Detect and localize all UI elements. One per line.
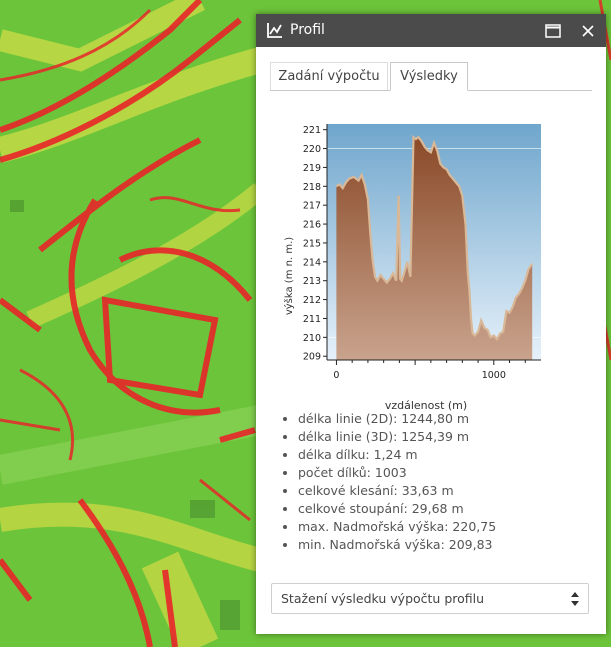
y-tick-label: 213 [303,276,321,287]
profile-chart-icon [267,23,282,38]
result-min-elevation: min. Nadmořská výška: 209,83 [298,536,496,554]
y-tick-label: 210 [303,333,321,344]
result-total-ascent: celkové stoupání: 29,68 m [298,500,496,518]
tab-zadani-vypoctu[interactable]: Zadání výpočtu [270,62,388,90]
y-tick-label: 212 [303,295,321,306]
result-total-descent: celkové klesání: 33,63 m [298,482,496,500]
tab-vysledky[interactable]: Výsledky [390,62,468,91]
y-tick-label: 216 [303,220,321,231]
y-tick-label: 218 [303,182,321,193]
y-tick-label: 214 [303,257,321,268]
x-tick-label: 0 [333,370,339,381]
result-line-length-3d: délka linie (3D): 1254,39 m [298,428,496,446]
y-tick-label: 219 [303,163,321,174]
y-tick-label: 211 [303,314,321,325]
download-select-value: Stažení výsledku výpočtu profilu [281,591,485,606]
results-list: délka linie (2D): 1244,80 m délka linie … [278,410,496,554]
maximize-icon [545,24,561,38]
y-tick-label: 217 [303,201,321,212]
elevation-profile-chart: 209 210 211 212 213 214 215 216 217 218 219 220 221 0… [283,124,541,412]
result-segment-length: délka dílku: 1,24 m [298,446,496,464]
select-arrows-icon [571,592,579,606]
result-segment-count: počet dílků: 1003 [298,464,496,482]
panel-titlebar[interactable]: Profil [256,14,606,47]
result-line-length-2d: délka linie (2D): 1244,80 m [298,410,496,428]
y-tick-label: 215 [303,238,321,249]
close-button[interactable] [577,20,599,42]
y-tick-label: 220 [303,144,321,155]
result-max-elevation: max. Nadmořská výška: 220,75 [298,518,496,536]
tab-bar: Zadání výpočtu Výsledky [270,62,592,91]
y-axis-label: výška (m n. m.) [283,237,295,315]
download-results-select[interactable]: Stažení výsledku výpočtu profilu [271,583,589,614]
y-tick-label: 221 [303,125,321,136]
maximize-button[interactable] [542,20,564,42]
panel-title: Profil [290,22,325,38]
x-tick-label: 1000 [482,370,506,381]
close-icon [582,25,594,37]
y-tick-label: 209 [303,352,321,363]
profile-panel: Profil Zadání výpočtu Výsledky 209 210 2… [256,14,606,634]
